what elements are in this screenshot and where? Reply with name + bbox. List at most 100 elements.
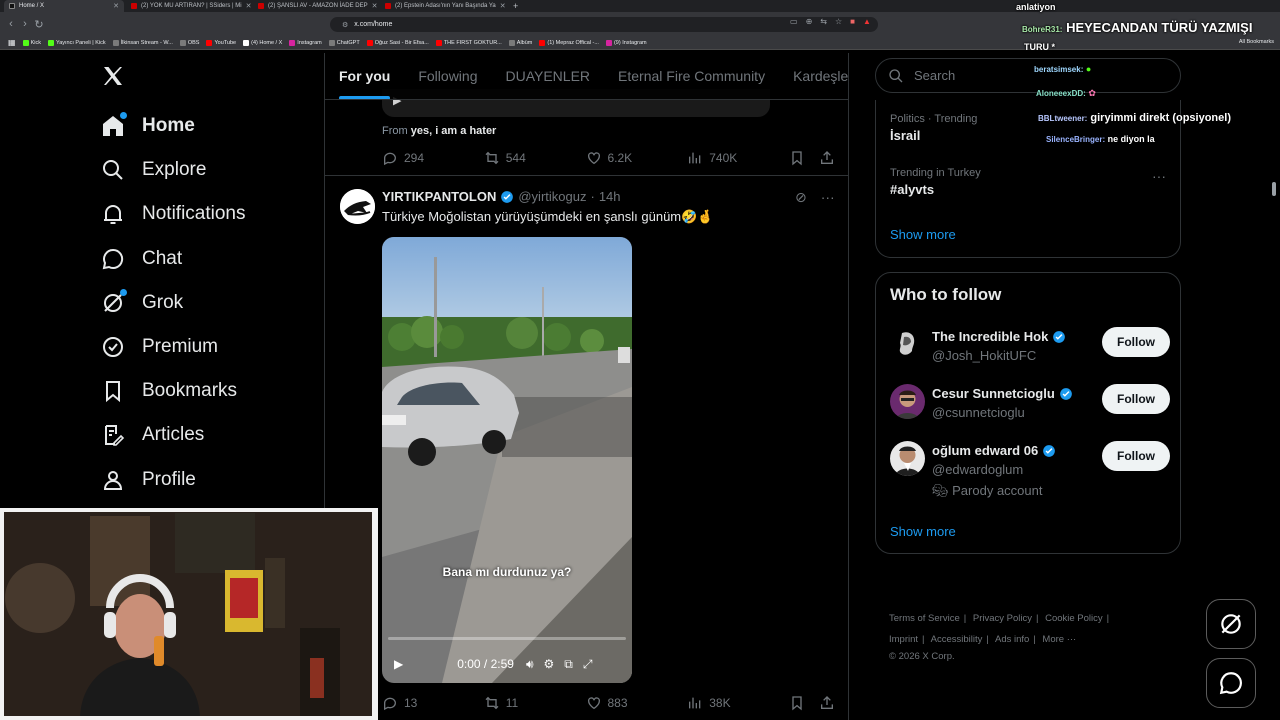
follow-suggestion[interactable]: The Incredible Hok @Josh_HokitUFC Follow	[890, 327, 1170, 377]
avatar[interactable]	[340, 189, 375, 224]
play-icon[interactable]: ▶	[394, 657, 403, 671]
bookmark-star-icon[interactable]: ☆	[835, 17, 842, 26]
follow-button[interactable]: Follow	[1102, 441, 1170, 471]
bookmark-item[interactable]: İlkinsan Stream - W...	[112, 39, 173, 46]
bookmark-item[interactable]: Instagram	[289, 39, 322, 46]
nav-bookmarks[interactable]: Bookmarks	[101, 369, 246, 413]
pip-icon[interactable]: ⧉	[564, 657, 573, 672]
close-tab-icon[interactable]: ✕	[246, 2, 251, 10]
grok-floating-button[interactable]	[1206, 599, 1256, 649]
nav-grok[interactable]: Grok	[101, 281, 246, 325]
nav-profile[interactable]: Profile	[101, 458, 246, 502]
cast-icon[interactable]: ▭	[790, 17, 798, 26]
browser-tab[interactable]: Home / X ✕	[4, 0, 124, 12]
close-tab-icon[interactable]: ✕	[113, 2, 119, 10]
follow-suggestion[interactable]: Cesur Sunnetcioglu @csunnetcioglu Follow	[890, 384, 1170, 434]
tab-for-you[interactable]: For you	[325, 53, 404, 99]
bookmark-item[interactable]: (1) Mepraz Offical -...	[539, 39, 599, 46]
nav-explore[interactable]: Explore	[101, 148, 246, 192]
tweet-author-handle[interactable]: @yirtikoguz	[518, 189, 586, 204]
footer-link[interactable]: Privacy Policy	[973, 613, 1032, 624]
tab-following[interactable]: Following	[404, 53, 491, 99]
translate-icon[interactable]: ⇆	[820, 17, 827, 26]
bookmark-item[interactable]: YouTube	[206, 39, 236, 46]
share-button[interactable]	[819, 695, 835, 711]
browser-tab[interactable]: (2) Epstein Adası'nın Yanı Başında Ya ✕	[380, 0, 505, 12]
trend-item[interactable]: Trending in Turkey #alyvts	[890, 167, 981, 197]
like-button[interactable]: 6.2K	[586, 150, 688, 166]
follow-suggestion[interactable]: oğlum edward 06 @edwardoglum 🎭︎ Parody a…	[890, 441, 1170, 501]
close-tab-icon[interactable]: ✕	[500, 2, 505, 10]
reply-button[interactable]: 294	[382, 150, 484, 166]
url-text[interactable]: x.com/home	[354, 21, 392, 28]
tab-kardesler[interactable]: Kardeşler K	[779, 53, 848, 99]
repost-button[interactable]: 11	[484, 695, 586, 711]
x-logo-icon[interactable]	[101, 64, 125, 93]
avatar[interactable]	[890, 327, 925, 362]
avatar[interactable]	[890, 441, 925, 476]
browser-tab[interactable]: (2) YOK MU ARTIRAN? | SSiders | Mi ✕	[126, 0, 251, 12]
views-button[interactable]: 38K	[687, 695, 789, 711]
reply-button[interactable]: 13	[382, 695, 484, 711]
more-options-icon[interactable]: ···	[1152, 168, 1166, 184]
bookmark-button[interactable]	[789, 695, 805, 711]
settings-icon[interactable]: ⚙	[544, 657, 555, 671]
nav-premium[interactable]: Premium	[101, 325, 246, 369]
bookmark-item[interactable]: Kick	[22, 39, 41, 46]
bookmark-item[interactable]: (4) Home / X	[243, 39, 282, 46]
tab-duayenler[interactable]: DUAYENLER	[491, 53, 604, 99]
fullscreen-icon[interactable]: ⤢	[583, 657, 593, 672]
extension-icon[interactable]: ▲	[863, 17, 871, 26]
tweet-author-name[interactable]: YIRTIKPANTOLON	[382, 189, 496, 204]
zoom-icon[interactable]: ⊕	[806, 17, 813, 26]
tweet-video[interactable]: Bana mı durdunuz ya? ▶ 0:00 / 2:59 🔊︎ ⚙ …	[382, 237, 632, 683]
bookmark-item[interactable]: THE FIRST GOKTUR...	[435, 39, 502, 46]
tweet-time[interactable]: 14h	[599, 189, 621, 204]
footer-link[interactable]: Ads info	[995, 634, 1029, 645]
bookmark-folder[interactable]: Albüm	[508, 39, 532, 46]
bookmark-item[interactable]: OBS	[179, 39, 199, 46]
chat-floating-button[interactable]	[1206, 658, 1256, 708]
avatar[interactable]	[890, 384, 925, 419]
footer-link[interactable]: Terms of Service	[889, 613, 960, 624]
footer-link[interactable]: Accessibility	[931, 634, 983, 645]
volume-icon[interactable]: 🔊︎	[526, 657, 534, 672]
bookmark-button[interactable]	[789, 150, 805, 166]
community-name[interactable]: yes, i am a hater	[411, 125, 497, 137]
nav-articles[interactable]: Articles	[101, 413, 246, 457]
nav-home[interactable]: Home	[101, 104, 246, 148]
browser-tab[interactable]: (2) ŞANSLI AV - AMAZON İADE DEP ✕	[253, 0, 378, 12]
nav-notifications[interactable]: Notifications	[101, 192, 246, 236]
more-options-icon[interactable]: ···	[821, 189, 835, 206]
grok-explain-icon[interactable]: ⊘	[795, 189, 807, 206]
more-footer-link[interactable]: More ···	[1042, 634, 1076, 645]
follow-button[interactable]: Follow	[1102, 327, 1170, 357]
apps-icon[interactable]: ▦	[8, 38, 16, 47]
nav-chat[interactable]: Chat	[101, 237, 246, 281]
repost-button[interactable]: 544	[484, 150, 586, 166]
new-tab-button[interactable]: +	[507, 1, 524, 11]
close-tab-icon[interactable]: ✕	[372, 2, 378, 10]
bookmark-item[interactable]: (9) Instagram	[605, 39, 647, 46]
show-more-link[interactable]: Show more	[890, 524, 956, 539]
extension-icon[interactable]: ■	[850, 17, 855, 26]
like-button[interactable]: 883	[586, 695, 688, 711]
bookmark-item[interactable]: ChatGPT	[328, 39, 360, 46]
footer-link[interactable]: Imprint	[889, 634, 918, 645]
site-info-icon[interactable]: ⚙	[342, 21, 348, 29]
bookmark-item[interactable]: Yayıncı Paneli | Kick	[47, 39, 106, 46]
share-button[interactable]	[819, 150, 835, 166]
tab-eternal-fire-community[interactable]: Eternal Fire Community	[604, 53, 779, 99]
follow-button[interactable]: Follow	[1102, 384, 1170, 414]
video-progress-bar[interactable]	[388, 637, 626, 640]
views-button[interactable]: 740K	[687, 150, 789, 166]
footer-link[interactable]: Cookie Policy	[1045, 613, 1103, 624]
bookmark-item[interactable]: Oğuz Sasi - Bir Efsa...	[366, 39, 429, 46]
bookmark-icon	[792, 151, 802, 166]
scrollbar-thumb[interactable]	[1272, 182, 1276, 196]
back-icon[interactable]: ‹	[4, 18, 18, 30]
reload-icon[interactable]: ↻	[32, 18, 46, 31]
show-more-link[interactable]: Show more	[890, 227, 956, 242]
trend-item[interactable]: Politics · Trending İsrail	[890, 113, 977, 143]
forward-icon[interactable]: ›	[18, 18, 32, 30]
